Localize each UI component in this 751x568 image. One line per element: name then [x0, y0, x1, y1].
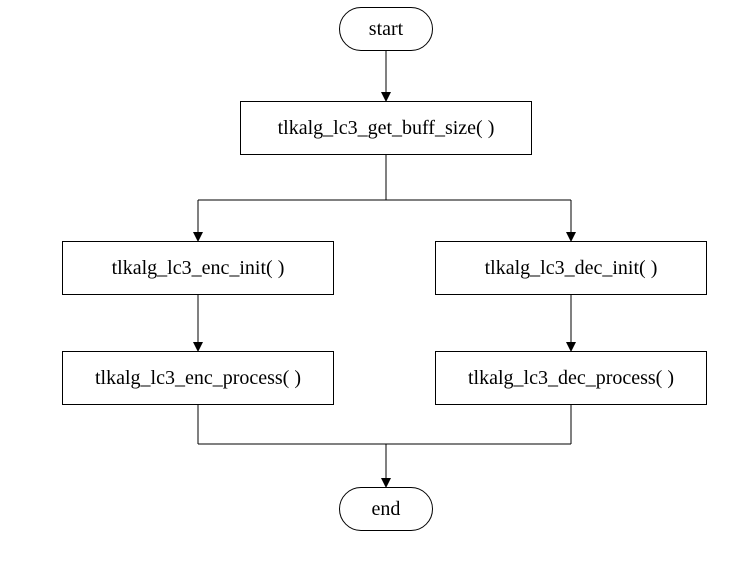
dec-init-node: tlkalg_lc3_dec_init( )	[435, 241, 707, 295]
dec-process-label: tlkalg_lc3_dec_process( )	[468, 367, 674, 390]
start-label: start	[369, 18, 403, 41]
buff-size-node: tlkalg_lc3_get_buff_size( )	[240, 101, 532, 155]
buff-size-label: tlkalg_lc3_get_buff_size( )	[278, 117, 495, 140]
enc-init-label: tlkalg_lc3_enc_init( )	[112, 257, 285, 280]
enc-init-node: tlkalg_lc3_enc_init( )	[62, 241, 334, 295]
end-node: end	[339, 487, 433, 531]
enc-process-label: tlkalg_lc3_enc_process( )	[95, 367, 301, 390]
start-node: start	[339, 7, 433, 51]
dec-init-label: tlkalg_lc3_dec_init( )	[485, 257, 658, 280]
enc-process-node: tlkalg_lc3_enc_process( )	[62, 351, 334, 405]
dec-process-node: tlkalg_lc3_dec_process( )	[435, 351, 707, 405]
end-label: end	[372, 498, 401, 521]
